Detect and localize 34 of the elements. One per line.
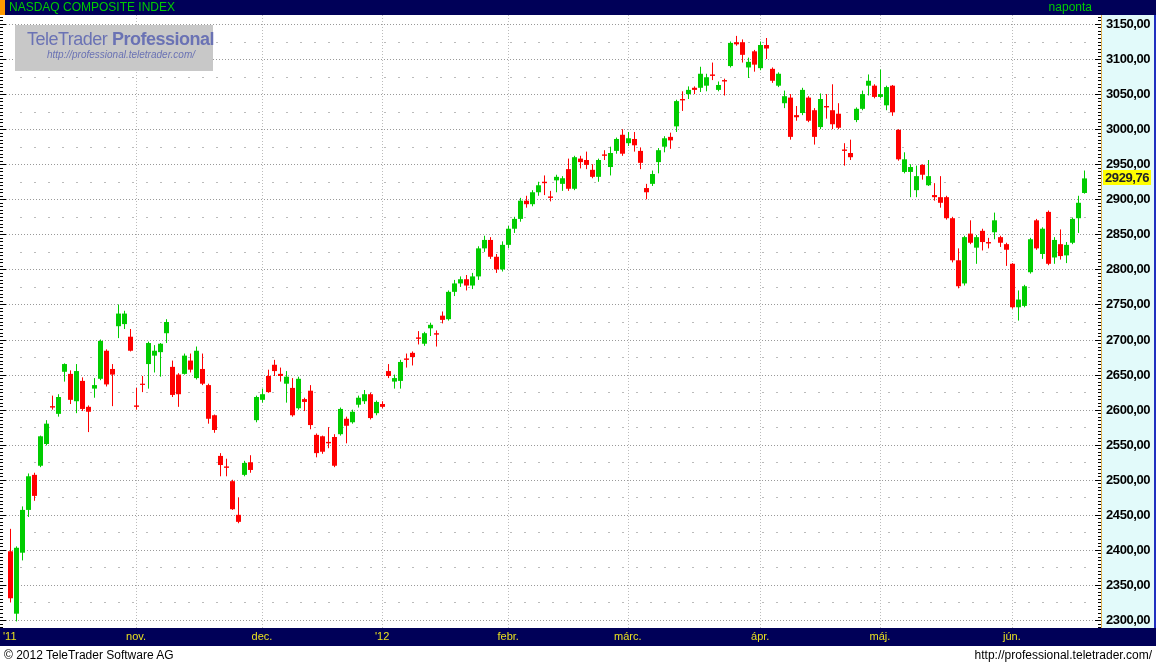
axis-label: 2700,00	[1106, 331, 1151, 347]
interval-label: naponta	[1048, 0, 1093, 15]
logo-text: TeleTrader Professional	[27, 29, 213, 49]
axis-label: '11	[3, 630, 17, 643]
axis-label: 2450,00	[1106, 506, 1151, 522]
axis-label: 2500,00	[1106, 471, 1151, 487]
axis-label: 2400,00	[1106, 541, 1151, 557]
axis-label: 2350,00	[1106, 576, 1151, 592]
axis-label: 2900,00	[1106, 191, 1151, 207]
axis-label: nov.	[126, 630, 146, 643]
axis-label: 2750,00	[1106, 296, 1151, 312]
axis-label: 2600,00	[1106, 401, 1151, 417]
axis-label: 3050,00	[1106, 86, 1151, 102]
logo-url: http://professional.teletrader.com/	[46, 49, 197, 61]
axis-label: febr.	[497, 630, 519, 643]
axis-label: 2950,00	[1106, 156, 1151, 172]
axis-label: jún.	[1003, 630, 1021, 643]
axis-label: ápr.	[751, 630, 770, 643]
axis-label: 3150,00	[1106, 15, 1151, 31]
axis-label: 2850,00	[1106, 226, 1151, 242]
chart-title: NASDAQ COMPOSITE INDEX	[8, 0, 177, 15]
axis-label: dec.	[251, 630, 273, 643]
axis-label: máj.	[869, 630, 891, 643]
axis-label: 2300,00	[1106, 612, 1151, 627]
axis-label: 3000,00	[1106, 121, 1151, 137]
axis-label: 3100,00	[1106, 51, 1151, 67]
axis-label: '12	[375, 630, 390, 643]
copyright-text: © 2012 TeleTrader Software AG	[4, 647, 174, 664]
url-text: http://professional.teletrader.com/	[974, 647, 1152, 664]
last-price-label: 2929,76	[1103, 170, 1152, 186]
axis-label: 2650,00	[1106, 366, 1151, 382]
axis-label: márc.	[614, 630, 642, 643]
axis-label: 2550,00	[1106, 436, 1151, 452]
axis-label: 2800,00	[1106, 261, 1151, 277]
